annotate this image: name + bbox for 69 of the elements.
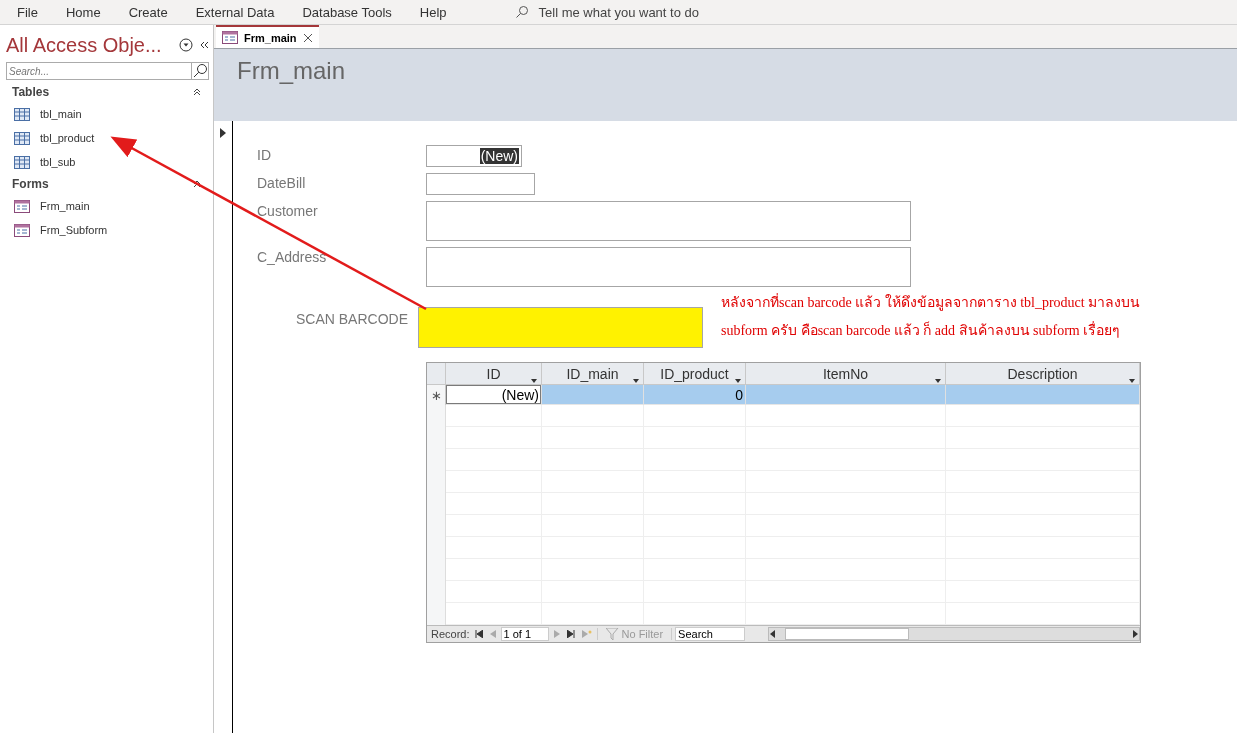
- table-icon: [14, 155, 30, 169]
- search-icon: [514, 5, 529, 19]
- nav-item[interactable]: Frm_Subform: [40, 224, 108, 236]
- column-header[interactable]: Description: [946, 363, 1140, 385]
- nav-item[interactable]: tbl_sub: [40, 156, 76, 168]
- caret-icon[interactable]: [633, 379, 639, 383]
- horizontal-scrollbar[interactable]: [768, 627, 1140, 641]
- annotation-text: หลังจากที่scan barcode แล้ว ให้ดึงข้อมูลจากตาราง tbl_product มาลงบน: [721, 292, 1141, 313]
- input-field[interactable]: [426, 247, 911, 287]
- table-icon: [14, 131, 30, 145]
- field-label: Customer: [257, 202, 319, 221]
- annotation-text: subform ครับ คือscan barcode แล้ว ก็ add สินค้าลงบน subform เรื่อยๆ: [721, 320, 1122, 340]
- caret-icon[interactable]: [1129, 379, 1135, 383]
- filter-icon: [605, 628, 620, 640]
- table-cell[interactable]: [746, 385, 946, 405]
- collapse-pane-icon[interactable]: [199, 40, 209, 50]
- field-label: ID: [257, 146, 272, 165]
- scroll-left-icon[interactable]: [769, 629, 778, 639]
- caret-icon[interactable]: [935, 379, 941, 383]
- search-field[interactable]: Search: [675, 627, 746, 641]
- input-field[interactable]: (New): [426, 145, 522, 167]
- caret-icon[interactable]: [735, 379, 741, 383]
- nav-item[interactable]: Frm_main: [40, 200, 90, 212]
- group-heading[interactable]: Forms: [12, 177, 49, 191]
- caret-icon[interactable]: [531, 379, 537, 383]
- close-icon[interactable]: [302, 32, 313, 43]
- nav-search-field[interactable]: Search...: [6, 62, 191, 80]
- tell-me-field[interactable]: Tell me what you want to do: [538, 4, 699, 20]
- form-icon: [14, 199, 30, 213]
- barcode-input-field[interactable]: [418, 307, 703, 348]
- first-record-button[interactable]: [472, 627, 485, 641]
- menu-item[interactable]: Home: [65, 4, 101, 20]
- column-header[interactable]: ID_main: [542, 363, 644, 385]
- menu-item[interactable]: Create: [128, 4, 168, 20]
- field-label: SCAN BARCODE: [294, 310, 409, 329]
- row-marker[interactable]: ∗: [427, 385, 446, 405]
- nav-item[interactable]: tbl_product: [40, 132, 95, 144]
- record-pointer-icon: [220, 128, 226, 138]
- menu-item[interactable]: File: [17, 4, 38, 20]
- table-icon: [14, 107, 30, 121]
- scroll-right-icon[interactable]: [1131, 629, 1139, 639]
- last-record-button[interactable]: [564, 627, 577, 641]
- input-field[interactable]: [426, 201, 911, 241]
- column-header[interactable]: ItemNo: [746, 363, 946, 385]
- dropdown-icon[interactable]: [179, 38, 193, 52]
- column-header[interactable]: ID: [446, 363, 542, 385]
- form-icon: [222, 31, 238, 44]
- form-icon: [14, 223, 30, 237]
- menu-item[interactable]: Database Tools: [302, 4, 392, 20]
- search-icon[interactable]: [191, 62, 209, 80]
- document-tab[interactable]: Frm_main: [216, 25, 319, 48]
- group-heading[interactable]: Tables: [12, 85, 50, 99]
- field-label: DateBill: [257, 174, 307, 193]
- column-header[interactable]: ID_product: [644, 363, 746, 385]
- field-label: C_Address: [257, 248, 328, 267]
- table-cell[interactable]: [542, 385, 644, 405]
- nav-pane-title: All Access Obje...: [6, 33, 162, 57]
- nav-item[interactable]: tbl_main: [40, 108, 82, 120]
- input-field[interactable]: [426, 173, 535, 195]
- record-label: Record:: [431, 628, 470, 640]
- collapse-icon[interactable]: [193, 180, 201, 188]
- form-title: Frm_main: [237, 57, 346, 85]
- collapse-icon[interactable]: [193, 88, 201, 96]
- table-cell[interactable]: (New): [446, 385, 542, 405]
- menu-item[interactable]: Help: [419, 4, 447, 20]
- record-position-field[interactable]: 1 of 1: [500, 627, 549, 641]
- table-cell[interactable]: 0: [644, 385, 746, 405]
- menu-item[interactable]: External Data: [195, 4, 275, 20]
- table-cell[interactable]: [946, 385, 1140, 405]
